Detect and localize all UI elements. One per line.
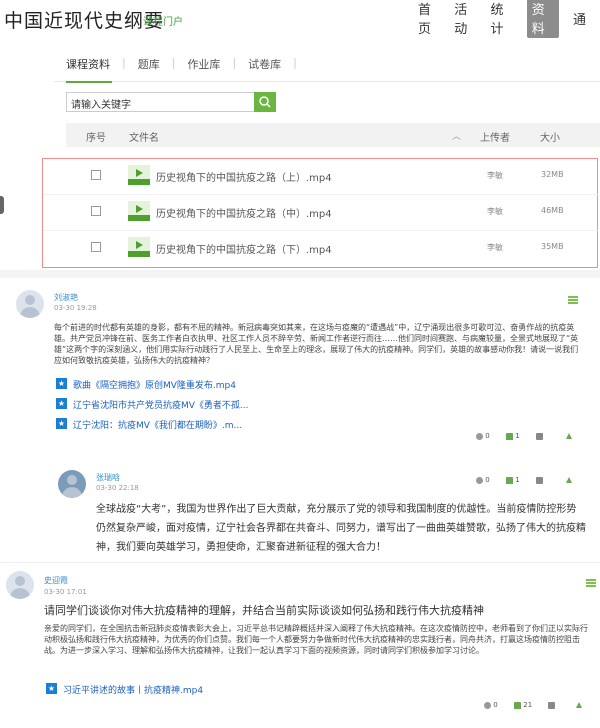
attachment-name[interactable]: 歌曲《隔空拥抱》原创MV隆重发布.mp4 <box>73 378 236 391</box>
share-icon[interactable] <box>566 477 572 483</box>
like-count: 21 <box>523 701 533 709</box>
post-time: 03-30 19:28 <box>54 304 97 312</box>
attachment-name[interactable]: 辽宁省沈阳市共产党员抗疫MV《勇者不孤... <box>73 398 249 411</box>
tab-exam-bank[interactable]: 试卷库 <box>236 50 293 82</box>
post-title: 请同学们谈谈你对伟大抗疫精神的理解，并结合当前实际谈谈如何弘扬和践行伟大抗疫精神 <box>44 604 484 617</box>
table-row[interactable]: 历史视角下的中国抗疫之路（下）.mp4 李敏 35MB <box>43 231 599 267</box>
comment-icon[interactable] <box>536 476 543 484</box>
tab-divider: | <box>293 56 297 69</box>
row-checkbox[interactable] <box>91 170 101 180</box>
course-portal-link[interactable]: 课程门户 <box>143 13 183 28</box>
reply-body: 全球战疫“大考”，我国为世界作出了巨大贡献，充分展示了党的领导和我国制度的优越性… <box>96 504 586 553</box>
view-icon <box>476 432 483 440</box>
file-size: 35MB <box>541 242 564 251</box>
post-author[interactable]: 史迎霞 <box>44 575 68 586</box>
uploader: 李敏 <box>487 243 503 252</box>
course-title[interactable]: 中国近现代史纲要 <box>4 6 164 33</box>
avatar[interactable] <box>58 470 86 498</box>
file-size: 32MB <box>541 170 564 179</box>
file-name[interactable]: 历史视角下的中国抗疫之路（上）.mp4 <box>156 169 332 184</box>
file-list: 历史视角下的中国抗疫之路（上）.mp4 李敏 32MB 历史视角下的中国抗疫之路… <box>42 158 599 268</box>
like-count: 1 <box>515 476 520 484</box>
nav-notice[interactable]: 通 <box>573 9 586 28</box>
search-icon <box>259 96 271 108</box>
materials-tabs: 课程资料 | 题库 | 作业库 | 试卷库 | <box>54 50 600 83</box>
like-icon[interactable] <box>506 476 513 484</box>
col-index: 序号 <box>86 133 106 144</box>
view-icon <box>476 476 483 484</box>
nav-materials[interactable]: 资料 <box>526 0 559 38</box>
post-time: 03-30 22:18 <box>96 484 139 492</box>
post-actions: 0 21 <box>484 701 594 713</box>
section-divider <box>0 270 600 278</box>
materials-panel: 课程资料 | 题库 | 作业库 | 试卷库 | 请输入关键字 序号 文件名 ︿ … <box>42 40 600 268</box>
col-uploader: 上传者 <box>480 133 510 144</box>
post-actions: 0 1 <box>476 476 586 488</box>
video-file-icon <box>128 201 150 221</box>
attachment-link[interactable]: ★ 辽宁沈阳：抗疫MV《我们都在期盼》.m... <box>56 418 356 432</box>
comment-icon[interactable] <box>536 432 543 440</box>
discussion-post: 刘淑艳 03-30 19:28 每个前进的时代都有英雄的身影，都有不屈的精神。新… <box>0 280 600 460</box>
nav-stats[interactable]: 统计 <box>491 0 513 37</box>
like-count: 1 <box>515 432 520 440</box>
attachment-link[interactable]: ★ 习近平讲述的故事丨抗疫精神.mp4 <box>46 683 346 697</box>
nav-home[interactable]: 首页 <box>418 0 440 37</box>
like-icon[interactable] <box>514 701 521 709</box>
post-actions: 0 1 <box>476 432 586 444</box>
file-size: 46MB <box>541 206 564 215</box>
file-table-header: 序号 文件名 ︿ 上传者 大小 <box>66 123 600 147</box>
attachment-name[interactable]: 习近平讲述的故事丨抗疫精神.mp4 <box>63 683 203 696</box>
attachment-link[interactable]: ★ 辽宁省沈阳市共产党员抗疫MV《勇者不孤... <box>56 398 356 412</box>
post-body: 亲爱的同学们，在全国抗击新冠肺炎疫情表彰大会上，习近平总书记精辟概括并深入阐释了… <box>44 624 588 655</box>
star-icon: ★ <box>56 398 67 409</box>
menu-icon[interactable] <box>586 579 596 587</box>
like-icon[interactable] <box>506 432 513 440</box>
nav-activity[interactable]: 活动 <box>454 0 476 37</box>
main-nav: 首页 活动 统计 资料 通 <box>418 0 600 38</box>
reply-post: 张瑞晗 03-30 22:18 0 1 全球战疫“大考”，我国为世界作出了巨大贡… <box>52 460 600 560</box>
view-count: 0 <box>493 701 498 709</box>
sort-up-icon[interactable]: ︿ <box>452 129 461 142</box>
top-header: 中国近现代史纲要 课程门户 首页 活动 统计 资料 通 <box>0 0 600 38</box>
tab-course-materials[interactable]: 课程资料 <box>54 50 122 83</box>
search-button[interactable] <box>254 92 276 112</box>
avatar[interactable] <box>16 290 44 318</box>
uploader: 李敏 <box>487 207 503 216</box>
star-icon: ★ <box>46 683 57 694</box>
col-filename[interactable]: 文件名 <box>129 129 159 144</box>
share-icon[interactable] <box>576 702 582 708</box>
table-row[interactable]: 历史视角下的中国抗疫之路（上）.mp4 李敏 32MB <box>43 159 599 195</box>
comment-icon[interactable] <box>548 701 555 709</box>
file-name[interactable]: 历史视角下的中国抗疫之路（中）.mp4 <box>156 205 332 220</box>
post-time: 03-30 17:01 <box>44 588 87 596</box>
attachment-name[interactable]: 辽宁沈阳：抗疫MV《我们都在期盼》.m... <box>73 418 242 431</box>
row-checkbox[interactable] <box>91 242 101 252</box>
table-row[interactable]: 历史视角下的中国抗疫之路（中）.mp4 李敏 46MB <box>43 195 599 231</box>
tab-homework-bank[interactable]: 作业库 <box>175 50 232 82</box>
post-body: 每个前进的时代都有英雄的身影，都有不屈的精神。新冠病毒突如其来，在这场与疫魔的“… <box>54 323 579 365</box>
avatar[interactable] <box>6 571 34 599</box>
menu-icon[interactable] <box>568 296 578 304</box>
col-size: 大小 <box>540 133 560 144</box>
tab-question-bank[interactable]: 题库 <box>126 50 172 82</box>
file-name[interactable]: 历史视角下的中国抗疫之路（下）.mp4 <box>156 241 332 256</box>
share-icon[interactable] <box>566 433 572 439</box>
post-author[interactable]: 张瑞晗 <box>96 472 120 483</box>
view-count: 0 <box>485 476 490 484</box>
search-input[interactable]: 请输入关键字 <box>66 92 272 112</box>
post-author[interactable]: 刘淑艳 <box>54 292 78 303</box>
view-count: 0 <box>485 432 490 440</box>
star-icon: ★ <box>56 418 67 429</box>
view-icon <box>484 701 491 709</box>
star-icon: ★ <box>56 378 67 389</box>
attachment-link[interactable]: ★ 歌曲《隔空拥抱》原创MV隆重发布.mp4 <box>56 378 356 392</box>
video-file-icon <box>128 237 150 257</box>
video-file-icon <box>128 165 150 185</box>
uploader: 李敏 <box>487 171 503 180</box>
discussion-post: 史迎霞 03-30 17:01 请同学们谈谈你对伟大抗疫精神的理解，并结合当前实… <box>0 562 600 728</box>
row-checkbox[interactable] <box>91 206 101 216</box>
side-scroll-handle[interactable] <box>0 196 4 214</box>
